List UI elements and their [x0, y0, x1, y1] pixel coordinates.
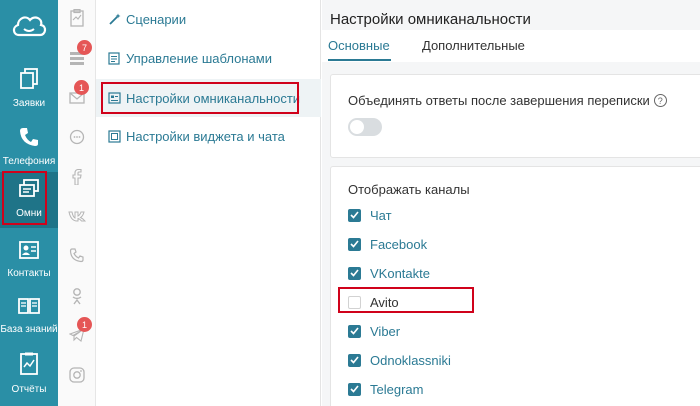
highlight-frame-omni-settings [101, 82, 299, 114]
channels-card: Отображать каналы Чат Facebook VKontakte Av… [330, 166, 700, 406]
sidebar-item-label: Контакты [7, 268, 51, 279]
viber-icon[interactable] [65, 243, 89, 267]
contact-card-icon [18, 240, 40, 265]
sidebar-item-contacts[interactable]: Контакты [0, 234, 58, 290]
check-icon [350, 240, 359, 248]
submenu-item-templates[interactable]: Управление шаблонами [96, 39, 321, 77]
sidebar-item-requests[interactable]: Заявки [0, 62, 58, 118]
channel-checkbox[interactable] [348, 237, 361, 251]
submenu-item-label: Настройки виджета и чата [126, 128, 285, 144]
facebook-icon[interactable] [65, 165, 89, 189]
check-icon [350, 269, 359, 277]
telegram-badge: 1 [77, 317, 92, 332]
check-icon [350, 211, 359, 219]
channel-label: Чат [370, 207, 392, 223]
channel-checkbox[interactable] [348, 208, 361, 222]
channels-title: Отображать каналы [348, 182, 470, 197]
instagram-icon[interactable] [65, 363, 89, 387]
tab-basic[interactable]: Основные [328, 38, 390, 53]
widget-icon [107, 129, 121, 143]
check-icon [350, 327, 359, 335]
sidebar-item-knowledge-base[interactable]: База знаний [0, 290, 58, 346]
book-icon [17, 296, 41, 321]
chat-bubble-icon[interactable] [65, 125, 89, 149]
channel-row[interactable]: Odnoklassniki [348, 351, 451, 369]
channel-icon-column: 7 1 1 [58, 0, 96, 406]
highlight-frame-omni [2, 171, 47, 225]
active-tab-indicator [328, 59, 391, 61]
channel-checkbox[interactable] [348, 382, 361, 396]
tab-bar: Основные Дополнительные [322, 30, 700, 62]
submenu-item-label: Сценарии [126, 11, 187, 27]
omni-submenu: Сценарии Управление шаблонами Настройки … [96, 0, 321, 406]
sidebar-item-telephony[interactable]: Телефония [0, 120, 58, 176]
phone-icon [18, 126, 40, 153]
report-icon [19, 352, 39, 381]
page-title: Настройки омниканальности [330, 11, 531, 28]
main-panel: Настройки омниканальности Основные Допол… [322, 0, 700, 406]
vkontakte-icon[interactable] [65, 204, 89, 228]
tab-additional[interactable]: Дополнительные [422, 38, 525, 53]
toggle-knob [350, 120, 364, 134]
templates-badge: 7 [77, 40, 92, 55]
channel-row[interactable]: Telegram [348, 380, 423, 398]
merge-replies-text: Объединять ответы после завершения переп… [348, 93, 650, 108]
channel-row[interactable]: Чат [348, 206, 392, 224]
submenu-item-widget-settings[interactable]: Настройки виджета и чата [96, 117, 321, 155]
email-badge: 1 [74, 80, 89, 95]
check-icon [350, 356, 359, 364]
highlight-frame-avito [338, 287, 474, 313]
submenu-item-label: Управление шаблонами [126, 50, 272, 66]
channel-label: Telegram [370, 381, 424, 397]
wand-icon [107, 12, 121, 26]
channel-row[interactable]: VKontakte [348, 264, 430, 282]
documents-icon [19, 68, 39, 95]
channel-row[interactable]: Viber [348, 322, 400, 340]
merge-replies-label: Объединять ответы после завершения переп… [348, 93, 667, 108]
clipboard-icon[interactable] [65, 6, 89, 30]
channel-label: Viber [370, 323, 401, 339]
merge-replies-card: Объединять ответы после завершения переп… [330, 74, 700, 158]
check-icon [350, 385, 359, 393]
channel-checkbox[interactable] [348, 266, 361, 280]
channel-checkbox[interactable] [348, 353, 361, 367]
help-icon[interactable]: ? [653, 94, 667, 107]
template-icon [107, 51, 121, 65]
submenu-item-scenarios[interactable]: Сценарии [96, 0, 321, 38]
merge-replies-toggle[interactable] [348, 118, 382, 136]
channel-label: Facebook [370, 236, 428, 252]
cloud-logo-icon[interactable] [0, 0, 58, 50]
sidebar-item-label: Заявки [12, 98, 46, 109]
channel-label: VKontakte [370, 265, 430, 281]
channel-checkbox[interactable] [348, 324, 361, 338]
odnoklassniki-icon[interactable] [65, 284, 89, 308]
channel-row[interactable]: Facebook [348, 235, 427, 253]
channel-label: Odnoklassniki [370, 352, 451, 368]
sidebar-item-label: Отчёты [11, 384, 47, 395]
sidebar-item-label: Телефония [2, 156, 56, 167]
sidebar-item-label: База знаний [0, 324, 58, 335]
sidebar-item-reports[interactable]: Отчёты [0, 346, 58, 402]
